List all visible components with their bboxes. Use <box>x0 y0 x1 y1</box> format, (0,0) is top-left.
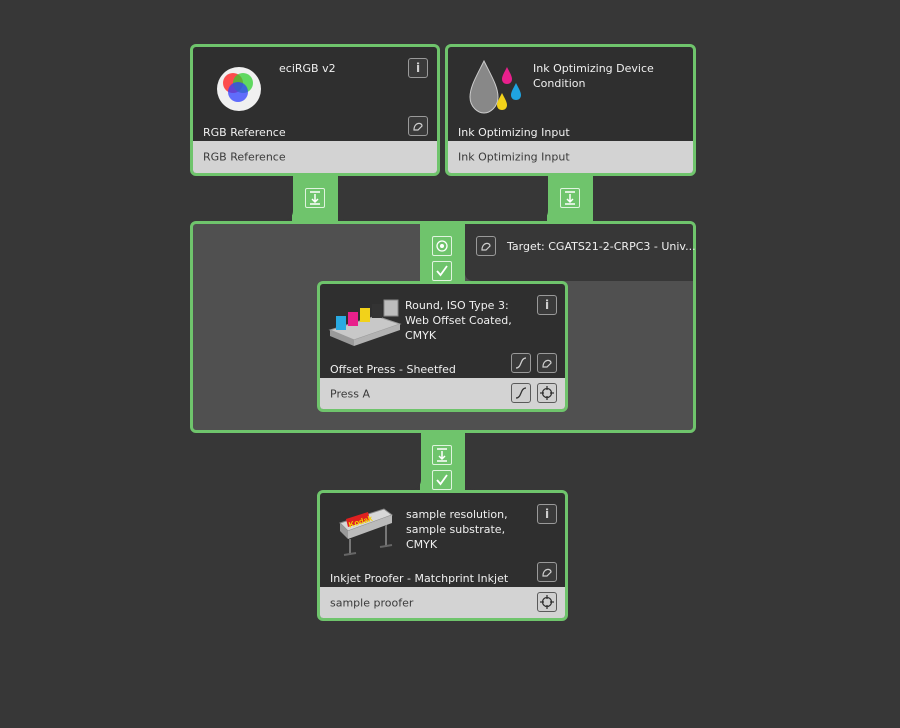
calibration-curve-button[interactable] <box>511 383 531 403</box>
footer-label: sample proofer <box>330 596 414 609</box>
card-subtitle: Offset Press - Sheetfed <box>330 363 456 376</box>
merge-down-icon <box>565 191 575 205</box>
target-label: Target: CGATS21-2-CRPC3 - Univ... <box>507 240 696 253</box>
info-icon: i <box>415 61 421 75</box>
footer-label: RGB Reference <box>203 150 286 164</box>
card-title: Ink Optimizing Device Condition <box>533 61 654 91</box>
measure-button[interactable] <box>537 592 557 612</box>
footer-label: Press A <box>330 387 370 400</box>
merge-button-right[interactable] <box>560 188 580 208</box>
info-button[interactable]: i <box>537 295 557 315</box>
curve-icon <box>413 122 423 131</box>
card-title: eciRGB v2 <box>279 62 336 75</box>
merge-button-left[interactable] <box>305 188 325 208</box>
title-line-3: CMYK <box>406 538 438 551</box>
check-button-top[interactable] <box>432 261 452 281</box>
edit-curve-button[interactable] <box>537 562 557 582</box>
measure-button[interactable] <box>537 383 557 403</box>
card-footer: RGB Reference <box>193 141 437 173</box>
info-icon: i <box>544 507 550 521</box>
card-footer: Ink Optimizing Input <box>448 141 693 173</box>
offset-press-icon <box>328 299 402 346</box>
info-button[interactable]: i <box>408 58 428 78</box>
ink-drops-icon <box>469 59 521 114</box>
card-title: sample resolution, sample substrate, CMY… <box>406 507 508 552</box>
title-line-1: Round, ISO Type 3: <box>405 299 509 312</box>
checkmark-icon <box>436 474 448 486</box>
title-line-3: CMYK <box>405 329 437 342</box>
title-line-2: Condition <box>533 77 586 90</box>
card-title: Round, ISO Type 3: Web Offset Coated, CM… <box>405 298 512 343</box>
footer-label: Ink Optimizing Input <box>458 150 570 164</box>
offset-press-card[interactable]: Round, ISO Type 3: Web Offset Coated, CM… <box>317 281 568 412</box>
checkmark-icon <box>436 265 448 277</box>
card-subtitle: Ink Optimizing Input <box>458 126 570 139</box>
merge-down-icon <box>310 191 320 205</box>
info-button[interactable]: i <box>537 504 557 524</box>
crosshair-icon <box>540 595 554 609</box>
search-target-button[interactable] <box>432 236 452 256</box>
crosshair-icon <box>540 386 554 400</box>
rgb-reference-card[interactable]: eciRGB v2 RGB Reference i RGB Reference <box>190 44 440 176</box>
title-line-1: sample resolution, <box>406 508 508 521</box>
inkjet-proofer-card[interactable]: Kodak sample resolution, sample substrat… <box>317 490 568 621</box>
curve-icon <box>481 242 491 251</box>
rgb-color-icon <box>217 67 261 111</box>
title-line-1: Ink Optimizing Device <box>533 62 654 75</box>
tone-curve-icon <box>515 387 527 399</box>
tone-curve-icon <box>515 357 527 369</box>
merge-down-icon <box>437 448 447 462</box>
kodak-proofer-icon: Kodak <box>339 508 394 556</box>
tone-curve-button[interactable] <box>511 353 531 373</box>
target-search-icon <box>436 240 448 252</box>
card-footer: sample proofer <box>320 587 565 618</box>
curve-icon <box>542 359 552 368</box>
target-curve-button[interactable] <box>476 236 496 256</box>
merge-button-bottom[interactable] <box>432 445 452 465</box>
card-subtitle: RGB Reference <box>203 126 286 139</box>
card-subtitle: Inkjet Proofer - Matchprint Inkjet <box>330 572 509 585</box>
title-line-2: sample substrate, <box>406 523 506 536</box>
ink-optimizing-card[interactable]: Ink Optimizing Device Condition Ink Opti… <box>445 44 696 176</box>
card-footer: Press A <box>320 378 565 409</box>
edit-curve-button[interactable] <box>537 353 557 373</box>
title-line-2: Web Offset Coated, <box>405 314 512 327</box>
edit-curve-button[interactable] <box>408 116 428 136</box>
info-icon: i <box>544 298 550 312</box>
curve-icon <box>542 568 552 577</box>
check-button-bottom[interactable] <box>432 470 452 490</box>
